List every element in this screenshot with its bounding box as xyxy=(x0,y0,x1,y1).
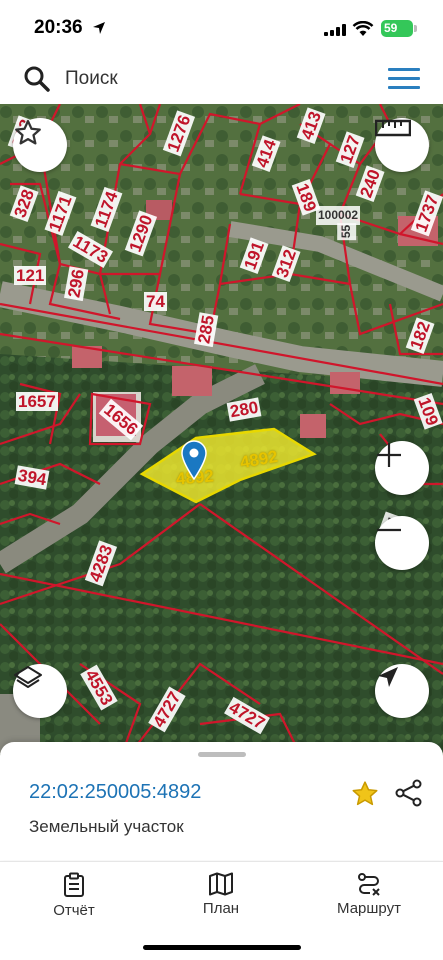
sheet-drag-handle[interactable] xyxy=(198,752,246,757)
nav-plan-label: План xyxy=(202,900,240,917)
zoom-out-button[interactable] xyxy=(375,516,429,570)
battery-indicator: 59 xyxy=(381,20,413,37)
nav-route[interactable]: Маршрут xyxy=(314,872,424,917)
star-outline-icon xyxy=(15,120,41,145)
cadastral-number[interactable]: 22:02:250005:4892 xyxy=(29,781,201,804)
route-icon xyxy=(358,873,380,896)
nav-report[interactable]: Отчёт xyxy=(19,872,129,919)
search-icon[interactable] xyxy=(23,65,51,93)
home-indicator[interactable] xyxy=(143,945,301,950)
status-bar: 20:36 59 xyxy=(0,0,443,56)
plot-info-card: 22:02:250005:4892 Земельный участок xyxy=(0,742,443,860)
nav-plan[interactable]: План xyxy=(166,872,276,917)
menu-icon[interactable] xyxy=(388,68,420,90)
map-icon xyxy=(209,872,233,896)
plus-icon xyxy=(377,443,401,467)
minus-icon xyxy=(377,528,401,532)
plot-label[interactable]: 1657 xyxy=(16,392,58,411)
wifi-icon xyxy=(352,21,374,36)
ruler-icon xyxy=(375,119,411,137)
nav-route-label: Маршрут xyxy=(337,900,401,917)
status-time: 20:36 xyxy=(34,17,83,38)
zoom-in-button[interactable] xyxy=(375,441,429,495)
signal-icon xyxy=(324,24,348,36)
nav-report-label: Отчёт xyxy=(53,902,95,919)
plot-label[interactable]: 74 xyxy=(144,292,167,311)
location-pin-icon[interactable] xyxy=(181,440,207,480)
layers-icon xyxy=(14,666,42,688)
ruler-button[interactable] xyxy=(375,118,429,172)
plot-label[interactable]: 55 xyxy=(337,222,357,241)
share-icon[interactable] xyxy=(394,778,424,808)
plot-label[interactable]: 121 xyxy=(14,266,47,285)
search-bar xyxy=(7,59,437,99)
navigation-arrow-icon xyxy=(378,667,398,687)
battery-tip xyxy=(414,25,417,32)
location-arrow-icon xyxy=(93,22,105,34)
search-input[interactable] xyxy=(65,59,365,99)
layers-button[interactable] xyxy=(13,664,67,718)
favorites-button[interactable] xyxy=(13,118,67,172)
object-type: Земельный участок xyxy=(29,817,184,836)
my-location-button[interactable] xyxy=(375,664,429,718)
star-icon[interactable] xyxy=(350,779,380,809)
clipboard-icon xyxy=(64,872,84,897)
map-view[interactable]: 288 1276 413 414 127 328 1171 1174 1290 … xyxy=(0,104,443,760)
